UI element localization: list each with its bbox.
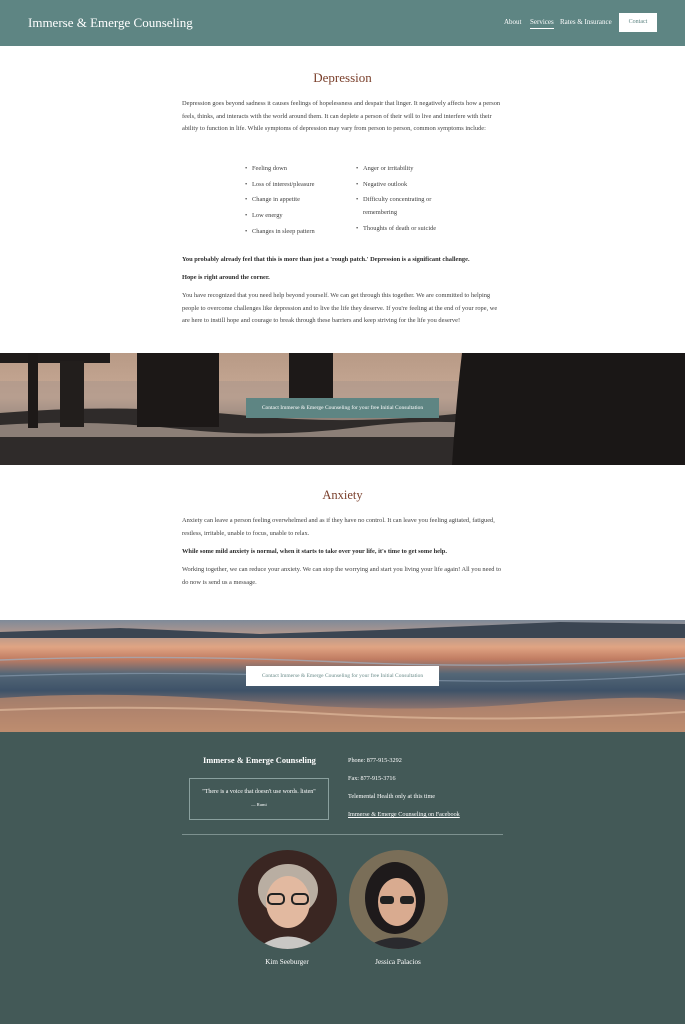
symptom-list-right: Anger or irritability Negative outlook D… — [356, 163, 451, 238]
depression-bold-2: Hope is right around the corner. — [182, 274, 270, 281]
consultation-button-1[interactable]: Contact Immerse & Emerge Counseling for … — [246, 398, 439, 418]
consultation-button-2[interactable]: Contact Immerse & Emerge Counseling for … — [246, 666, 439, 686]
contact-button[interactable]: Contact — [619, 13, 657, 32]
site-footer: Immerse & Emerge Counseling "There is a … — [0, 732, 685, 1024]
anxiety-bold: While some mild anxiety is normal, when … — [182, 548, 447, 555]
footer-fax: Fax: 877-915-3716 — [348, 775, 396, 782]
anxiety-body: Working together, we can reduce your anx… — [182, 566, 502, 586]
footer-divider — [182, 834, 503, 835]
list-item: Anger or irritability — [356, 163, 451, 176]
avatar-jessica — [349, 850, 448, 949]
site-header: Immerse & Emerge Counseling About Servic… — [0, 0, 685, 46]
depression-title: Depression — [313, 70, 372, 85]
list-item: Feeling down — [245, 163, 350, 176]
depression-body: You have recognized that you need help b… — [182, 292, 498, 324]
avatar-kim — [238, 850, 337, 949]
list-item: Changes in sleep pattern — [245, 226, 350, 239]
depression-intro: Depression goes beyond sadness it causes… — [182, 100, 501, 132]
person-name-jessica: Jessica Palacios — [375, 958, 421, 966]
list-item: Negative outlook — [356, 179, 451, 192]
list-item: Loss of interest/pleasure — [245, 179, 350, 192]
anxiety-intro: Anxiety can leave a person feeling overw… — [182, 517, 495, 537]
depression-bold-1: You probably already feel that this is m… — [182, 256, 470, 263]
footer-title: Immerse & Emerge Counseling — [203, 756, 316, 765]
portrait-kim-icon — [238, 850, 337, 949]
nav-about[interactable]: About — [504, 18, 522, 26]
footer-phone[interactable]: Phone: 877-915-3292 — [348, 757, 402, 764]
list-item: Difficulty concentrating or remembering — [356, 194, 451, 219]
symptom-list-left: Feeling down Loss of interest/pleasure C… — [245, 163, 350, 241]
nav-services[interactable]: Services — [530, 18, 554, 29]
list-item: Change in appetite — [245, 194, 350, 207]
site-brand[interactable]: Immerse & Emerge Counseling — [28, 15, 193, 31]
person-name-kim: Kim Seeburger — [265, 958, 309, 966]
list-item: Thoughts of death or suicide — [356, 223, 451, 236]
quote-box: "There is a voice that doesn't use words… — [189, 778, 329, 820]
nav-rates[interactable]: Rates & Insurance — [560, 18, 612, 26]
quote-attribution: — Rumi — [251, 802, 267, 807]
footer-telemental: Telemental Health only at this time — [348, 793, 436, 800]
portrait-jessica-icon — [349, 850, 448, 949]
list-item: Low energy — [245, 210, 350, 223]
anxiety-title: Anxiety — [322, 488, 363, 502]
quote-text: "There is a voice that doesn't use words… — [202, 789, 316, 795]
facebook-link[interactable]: Immerse & Emerge Counseling on Facebook — [348, 811, 460, 818]
